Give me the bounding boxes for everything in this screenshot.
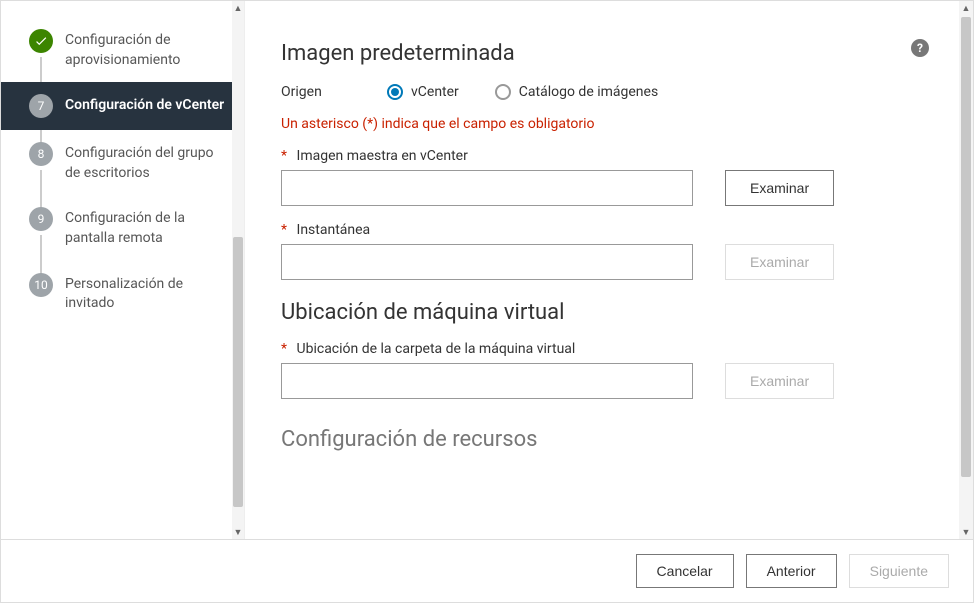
required-field-note: Un asterisco (*) indica que el campo es … <box>281 116 925 132</box>
field-label-text: Ubicación de la carpeta de la máquina vi… <box>297 341 576 357</box>
step-number-icon: 7 <box>29 94 53 118</box>
step-number-icon: 10 <box>29 273 53 297</box>
field-row: Examinar <box>281 170 925 206</box>
field-label: * Imagen maestra en vCenter <box>281 148 925 164</box>
help-icon[interactable]: ? <box>911 39 929 57</box>
required-star-icon: * <box>281 148 287 164</box>
section-title-resource-config: Configuración de recursos <box>281 427 925 452</box>
main-scrollbar-thumb[interactable] <box>961 17 971 477</box>
previous-button[interactable]: Anterior <box>746 554 837 588</box>
radio-icon <box>387 84 403 100</box>
browse-snapshot-button: Examinar <box>725 244 834 280</box>
section-title-default-image: Imagen predeterminada <box>281 41 925 66</box>
cancel-button[interactable]: Cancelar <box>636 554 734 588</box>
radio-icon <box>495 84 511 100</box>
main-scrollbar-track[interactable]: ▲ ▼ <box>959 1 973 539</box>
step-guest-customization[interactable]: 10 Personalización de invitado <box>1 261 244 326</box>
vm-folder-input[interactable] <box>281 363 693 399</box>
wizard-dialog: Configuración de aprovisionamiento 7 Con… <box>0 0 974 603</box>
section-title-vm-location: Ubicación de máquina virtual <box>281 300 925 325</box>
sidebar-scrollbar-thumb[interactable] <box>233 237 243 507</box>
master-image-input[interactable] <box>281 170 693 206</box>
wizard-sidebar: Configuración de aprovisionamiento 7 Con… <box>1 1 245 539</box>
main-content: Imagen predeterminada Origen vCenter Cat… <box>245 1 973 539</box>
field-label-text: Instantánea <box>297 222 371 238</box>
step-remote-display-config[interactable]: 9 Configuración de la pantalla remota <box>1 195 244 260</box>
snapshot-input[interactable] <box>281 244 693 280</box>
required-star-icon: * <box>281 341 287 357</box>
step-provisioning-config[interactable]: Configuración de aprovisionamiento <box>1 17 244 82</box>
step-list: Configuración de aprovisionamiento 7 Con… <box>1 1 244 326</box>
step-label: Configuración del grupo de escritorios <box>65 142 226 183</box>
field-label-text: Imagen maestra en vCenter <box>297 148 468 164</box>
origin-row: Origen vCenter Catálogo de imágenes <box>281 84 925 100</box>
browse-vm-folder-button: Examinar <box>725 363 834 399</box>
step-desktop-pool-config[interactable]: 8 Configuración del grupo de escritorios <box>1 130 244 195</box>
sidebar-scrollbar-track[interactable]: ▲ ▼ <box>232 1 244 539</box>
field-label: * Instantánea <box>281 222 925 238</box>
radio-image-catalog[interactable]: Catálogo de imágenes <box>495 84 658 100</box>
step-vcenter-config[interactable]: 7 Configuración de vCenter <box>1 82 244 130</box>
origin-radio-group: vCenter Catálogo de imágenes <box>387 84 658 100</box>
radio-vcenter[interactable]: vCenter <box>387 84 459 100</box>
field-snapshot: * Instantánea Examinar <box>281 222 925 280</box>
field-master-image: * Imagen maestra en vCenter Examinar <box>281 148 925 206</box>
step-label: Personalización de invitado <box>65 273 226 314</box>
step-number-icon: 9 <box>29 207 53 231</box>
scroll-down-icon[interactable]: ▼ <box>232 525 244 539</box>
wizard-footer: Cancelar Anterior Siguiente <box>1 539 973 602</box>
next-button: Siguiente <box>849 554 949 588</box>
origin-label: Origen <box>281 84 387 100</box>
check-icon <box>29 29 53 53</box>
scroll-down-icon[interactable]: ▼ <box>959 525 973 539</box>
step-label: Configuración de la pantalla remota <box>65 207 226 248</box>
step-number-icon: 8 <box>29 142 53 166</box>
scroll-up-icon[interactable]: ▲ <box>232 1 244 15</box>
dialog-body: Configuración de aprovisionamiento 7 Con… <box>1 1 973 539</box>
radio-label: Catálogo de imágenes <box>519 84 658 100</box>
scroll-up-icon[interactable]: ▲ <box>959 1 973 15</box>
field-vm-folder: * Ubicación de la carpeta de la máquina … <box>281 341 925 399</box>
field-label: * Ubicación de la carpeta de la máquina … <box>281 341 925 357</box>
field-row: Examinar <box>281 363 925 399</box>
field-row: Examinar <box>281 244 925 280</box>
main-panel: ? Imagen predeterminada Origen vCenter C… <box>245 1 973 539</box>
required-star-icon: * <box>281 222 287 238</box>
browse-master-image-button[interactable]: Examinar <box>725 170 834 206</box>
step-label: Configuración de vCenter <box>65 94 224 116</box>
radio-label: vCenter <box>411 84 459 100</box>
step-label: Configuración de aprovisionamiento <box>65 29 226 70</box>
